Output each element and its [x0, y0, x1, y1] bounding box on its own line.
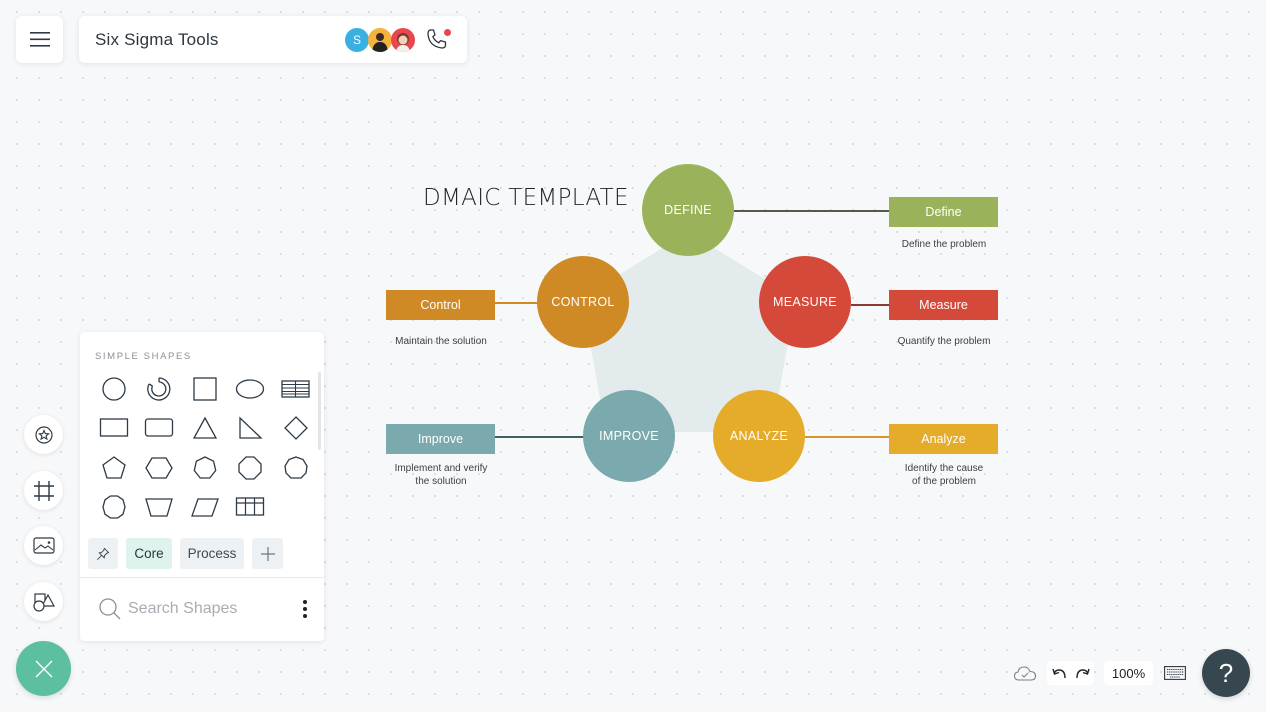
diagram-title[interactable]: DMAIC TEMPLATE — [423, 185, 629, 211]
analyze-description[interactable]: Identify the cause of the problem — [879, 462, 1009, 488]
description-line: of the problem — [912, 476, 976, 487]
measure-description[interactable]: Quantify the problem — [879, 335, 1009, 348]
save-status[interactable] — [1013, 663, 1037, 683]
define-tag[interactable]: Define — [889, 197, 998, 227]
analyze-circle[interactable]: ANALYZE — [713, 390, 805, 482]
improve-tag[interactable]: Improve — [386, 424, 495, 454]
define-description[interactable]: Define the problem — [879, 238, 1009, 251]
measure-tag[interactable]: Measure — [889, 290, 998, 320]
keyboard-shortcuts-button[interactable] — [1163, 664, 1187, 682]
improve-connector[interactable] — [495, 436, 584, 438]
dmaic-diagram: DMAIC TEMPLATE DEFINE MEASURE ANALYZE IM… — [0, 0, 1266, 712]
analyze-connector[interactable] — [805, 436, 890, 438]
define-connector[interactable] — [733, 210, 890, 212]
define-circle[interactable]: DEFINE — [642, 164, 734, 256]
description-line: Quantify the problem — [897, 336, 991, 347]
control-circle[interactable]: CONTROL — [537, 256, 629, 348]
undo-icon[interactable] — [1051, 666, 1068, 680]
measure-connector[interactable] — [851, 304, 890, 306]
undo-redo-group — [1047, 661, 1094, 685]
keyboard-icon — [1164, 666, 1186, 680]
description-line: the solution — [415, 476, 467, 487]
hub-layer — [582, 232, 796, 432]
help-button[interactable]: ? — [1202, 649, 1250, 697]
zoom-level[interactable]: 100% — [1104, 661, 1153, 685]
cloud-saved-icon — [1013, 666, 1037, 681]
improve-circle[interactable]: IMPROVE — [583, 390, 675, 482]
measure-circle[interactable]: MEASURE — [759, 256, 851, 348]
description-line: Maintain the solution — [395, 336, 487, 347]
analyze-tag[interactable]: Analyze — [889, 424, 998, 454]
description-line: Define the problem — [901, 239, 987, 250]
control-tag[interactable]: Control — [386, 290, 495, 320]
description-line: Implement and verify — [394, 463, 488, 474]
control-description[interactable]: Maintain the solution — [376, 335, 506, 348]
redo-icon[interactable] — [1074, 666, 1090, 680]
improve-description[interactable]: Implement and verify the solution — [376, 462, 506, 488]
control-connector[interactable] — [495, 302, 539, 304]
description-line: Identify the cause — [904, 463, 984, 474]
